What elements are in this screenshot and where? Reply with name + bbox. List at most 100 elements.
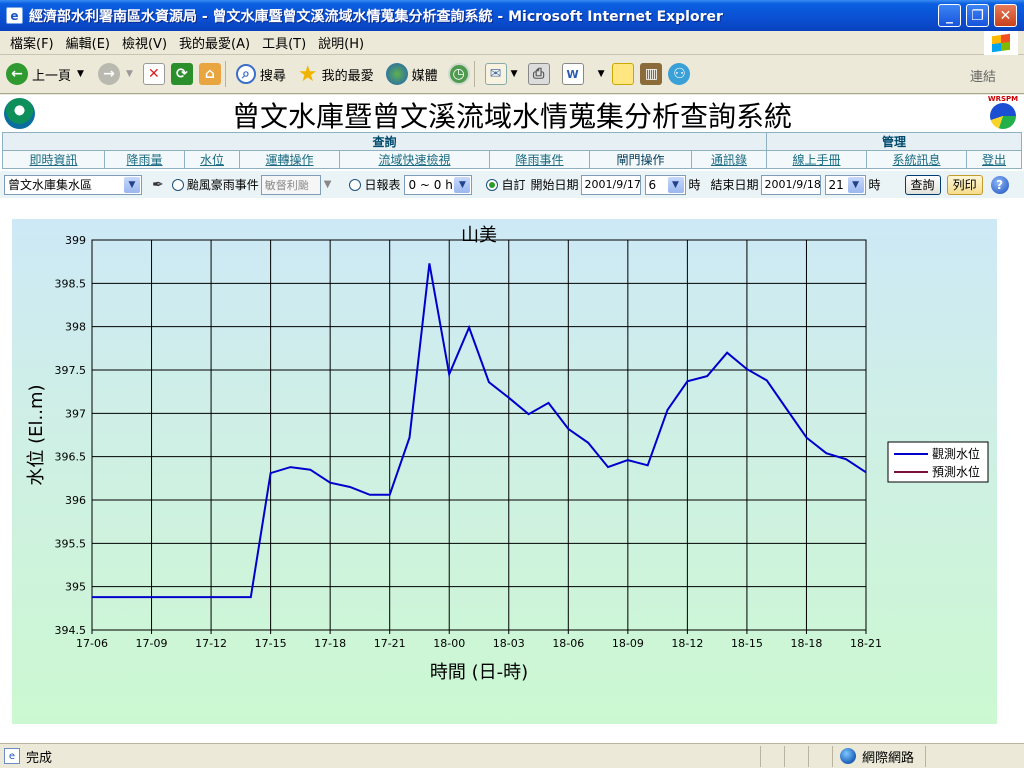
media-button[interactable]: 媒體 xyxy=(385,63,438,85)
security-zone-label: 網際網路 xyxy=(862,751,915,766)
ie-icon: e xyxy=(6,7,23,24)
end-date-field[interactable]: 2001/9/18 xyxy=(760,174,821,195)
typhoon-event-field[interactable]: 敏督利颱 xyxy=(260,174,321,195)
custom-label: 自訂 xyxy=(501,178,526,192)
menu-help[interactable]: 說明(H) xyxy=(312,33,370,52)
nav-water-level[interactable]: 水位 xyxy=(184,150,240,169)
menu-edit[interactable]: 編輯(E) xyxy=(60,33,116,52)
typhoon-radio[interactable] xyxy=(171,178,184,191)
print-button[interactable]: 列印 xyxy=(946,174,983,195)
wrspm-logo-text: WRSPM xyxy=(987,95,1019,103)
stop-button[interactable]: ✕ xyxy=(142,63,165,85)
back-dropdown-icon[interactable]: ▼ xyxy=(77,69,84,79)
discuss-button[interactable] xyxy=(612,63,635,85)
mail-button[interactable]: ✉ ▼ xyxy=(484,63,518,85)
links-toolbar[interactable]: 連結 xyxy=(970,66,996,85)
stop-icon: ✕ xyxy=(142,63,165,85)
nav-online-manual[interactable]: 線上手冊 xyxy=(766,150,867,169)
maximize-button[interactable]: ❐ xyxy=(966,4,989,27)
menu-view[interactable]: 檢視(V) xyxy=(116,33,173,52)
y-tick-label: 395.5 xyxy=(55,537,87,550)
custom-radio[interactable] xyxy=(486,178,499,191)
y-tick-label: 397.5 xyxy=(55,364,87,377)
daily-report-radio[interactable] xyxy=(349,178,362,191)
nav-logout[interactable]: 登出 xyxy=(966,150,1022,169)
start-hour-select[interactable]: 6 ▼ xyxy=(644,174,686,195)
page-title: 曾文水庫暨曾文溪流域水情蒐集分析查詢系統 xyxy=(231,100,792,133)
research-button[interactable]: ▥ xyxy=(640,63,663,85)
search-icon: ⌕ xyxy=(235,64,256,84)
query-button[interactable]: 查詢 xyxy=(904,174,941,195)
end-hour-unit: 時 xyxy=(868,178,881,192)
status-divider xyxy=(832,745,833,767)
mail-dropdown-icon[interactable]: ▼ xyxy=(511,69,518,79)
x-tick-label: 17-15 xyxy=(255,637,287,650)
favorites-button[interactable]: ★ 我的最愛 xyxy=(298,62,374,87)
x-tick-label: 18-06 xyxy=(552,637,584,650)
search-button[interactable]: ⌕ 搜尋 xyxy=(235,64,286,84)
window-title: 經濟部水利署南區水資源局 - 曾文水庫暨曾文溪流域水情蒐集分析查詢系統 - Mi… xyxy=(29,8,723,25)
chevron-down-icon: ▼ xyxy=(667,176,684,193)
end-hour-value: 21 xyxy=(828,177,844,192)
nav-category-query: 查詢 xyxy=(2,132,767,151)
daily-report-label: 日報表 xyxy=(364,178,401,192)
menu-file[interactable]: 檔案(F) xyxy=(4,33,60,52)
home-button[interactable]: ⌂ xyxy=(198,63,221,85)
water-level-chart: 山美 394.5 395 395.5 396 396.5 397 397.5 398 398.5 3… xyxy=(12,219,997,724)
y-tick-label: 399 xyxy=(65,234,86,247)
daily-hour-select[interactable]: 0 ~ 0 hr ▼ xyxy=(404,174,473,195)
nav-rainfall[interactable]: 降雨量 xyxy=(104,150,185,169)
end-date-label: 結束日期 xyxy=(710,178,759,192)
research-book-icon: ▥ xyxy=(640,63,663,85)
close-button[interactable]: ✕ xyxy=(994,4,1017,27)
menu-tools[interactable]: 工具(T) xyxy=(256,33,312,52)
x-tick-label: 18-21 xyxy=(850,637,882,650)
chevron-down-icon: ▼ xyxy=(847,176,864,193)
messenger-button[interactable]: ⚇ xyxy=(668,63,691,85)
chart-title: 山美 xyxy=(461,225,497,246)
x-tick-label: 18-12 xyxy=(671,637,703,650)
menu-favorites[interactable]: 我的最愛(A) xyxy=(173,33,256,52)
home-icon: ⌂ xyxy=(198,63,221,85)
help-icon[interactable]: ? xyxy=(990,175,1009,194)
refresh-button[interactable]: ⟳ xyxy=(170,63,193,85)
window-title-bar[interactable]: e 經濟部水利署南區水資源局 - 曾文水庫暨曾文溪流域水情蒐集分析查詢系統 - … xyxy=(0,0,1024,31)
history-button[interactable]: ◷ xyxy=(447,63,470,85)
x-tick-label: 17-21 xyxy=(374,637,406,650)
nav-system-messages[interactable]: 系統訊息 xyxy=(866,150,967,169)
forward-arrow-icon: → xyxy=(97,63,120,85)
note-icon xyxy=(612,63,635,85)
start-date-label: 開始日期 xyxy=(530,178,579,192)
edit-button[interactable]: W ▼ xyxy=(561,63,605,85)
wrspm-logo-icon: WRSPM xyxy=(986,95,1020,131)
nav-contacts[interactable]: 通訊錄 xyxy=(691,150,767,169)
refresh-icon: ⟳ xyxy=(170,63,193,85)
forward-dropdown-icon[interactable]: ▼ xyxy=(126,69,133,79)
forward-button[interactable]: → ▼ xyxy=(97,63,133,85)
typhoon-event-value: 敏督利颱 xyxy=(264,178,309,192)
print-toolbar-button[interactable]: ⎙ xyxy=(527,63,550,85)
nav-rain-events[interactable]: 降雨事件 xyxy=(489,150,590,169)
typhoon-dropdown-icon[interactable]: ▼ xyxy=(324,179,332,190)
mail-icon: ✉ xyxy=(484,63,507,85)
toolbar-separator xyxy=(224,61,226,87)
x-tick-label: 17-06 xyxy=(76,637,108,650)
edit-dropdown-icon[interactable]: ▼ xyxy=(598,69,605,79)
start-date-field[interactable]: 2001/9/17 xyxy=(580,174,641,195)
nav-realtime[interactable]: 即時資訊 xyxy=(2,150,105,169)
nav-category-manage: 管理 xyxy=(766,132,1022,151)
search-label: 搜尋 xyxy=(259,68,286,84)
back-button[interactable]: ← 上一頁 ▼ xyxy=(6,63,84,85)
minimize-button[interactable]: _ xyxy=(938,4,961,27)
nav-gate-operation[interactable]: 閘門操作 xyxy=(589,150,692,169)
page-status-icon: e xyxy=(4,748,20,764)
main-navigation: 查詢 管理 即時資訊 降雨量 水位 運轉操作 流域快速檢視 降雨事件 閘門操作 … xyxy=(2,132,1022,169)
back-arrow-icon: ← xyxy=(6,63,28,85)
x-tick-label: 18-00 xyxy=(433,637,465,650)
favorites-label: 我的最愛 xyxy=(321,68,374,84)
area-select[interactable]: 曾文水庫集水區 ▼ xyxy=(4,174,142,195)
nav-basin-view[interactable]: 流域快速檢視 xyxy=(339,150,490,169)
media-globe-icon xyxy=(385,63,408,85)
end-hour-select[interactable]: 21 ▼ xyxy=(824,174,866,195)
nav-operation[interactable]: 運轉操作 xyxy=(239,150,340,169)
